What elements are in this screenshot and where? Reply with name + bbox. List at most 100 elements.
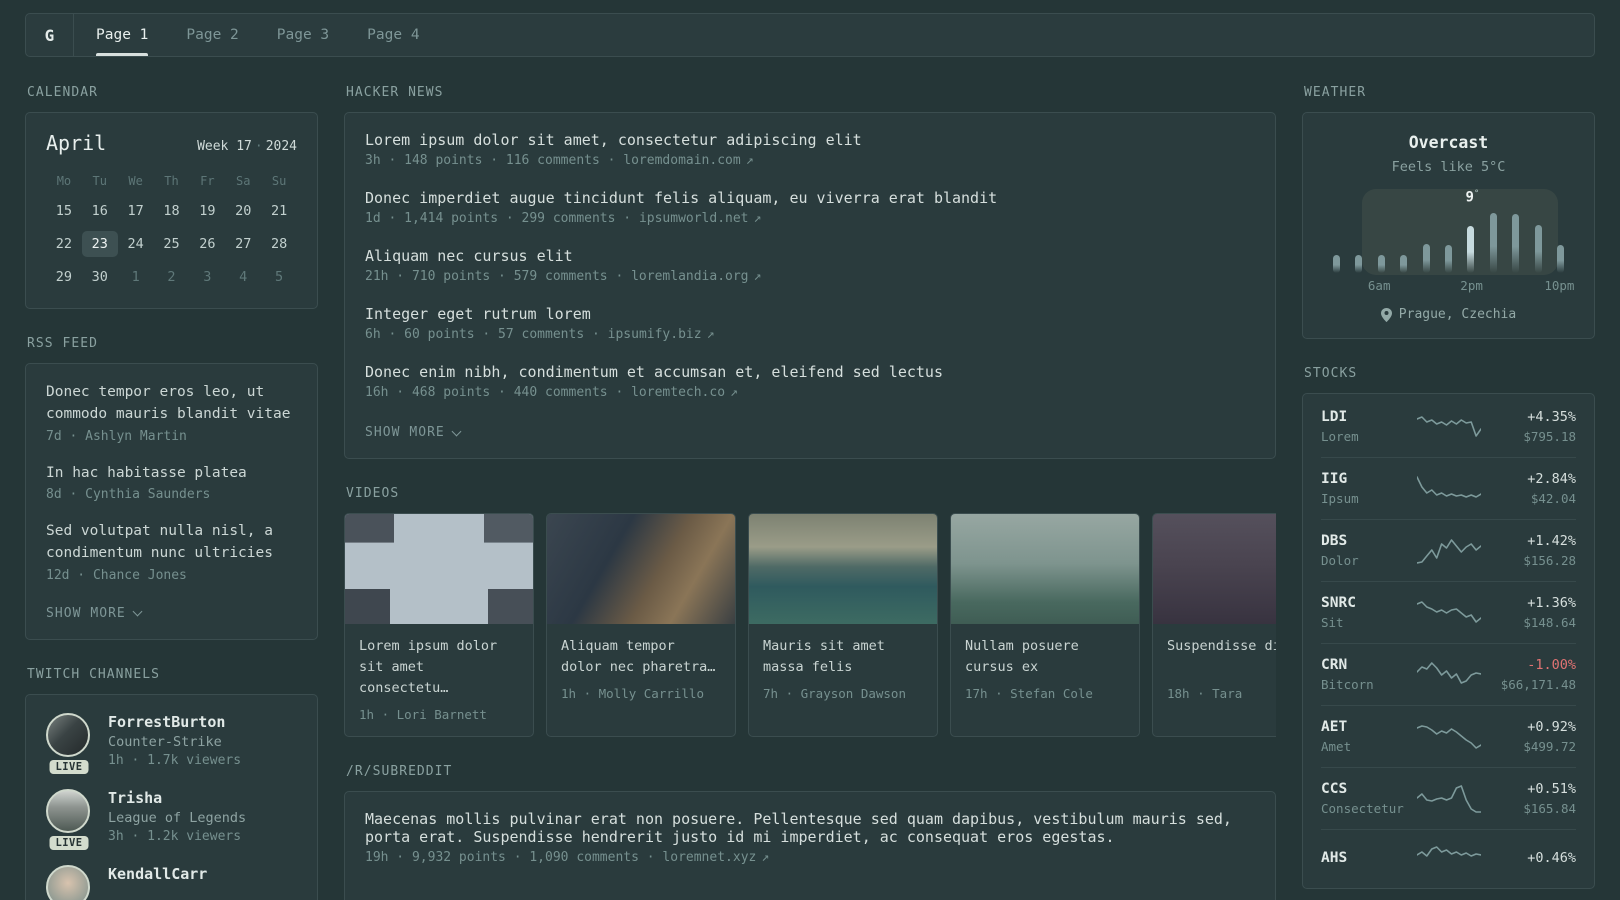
hackernews-item-domain-link[interactable]: loremdomain.com [623,153,740,168]
stock-sparkline [1417,538,1481,564]
rss-show-more-button[interactable]: SHOW MORE [46,606,143,621]
hackernews-item-meta: 1d · 1,414 points · 299 comments · ipsum… [365,211,1255,226]
calendar-widget: CALENDAR April Week 17 · 2024 Mo Tu We Th Fr Sa… [25,85,318,309]
twitch-channel-info: ForrestBurton Counter-Strike 1h · 1.7k vie… [108,713,241,768]
stock-price: $165.84 [1523,801,1576,816]
video-thumbnail[interactable] [1153,514,1276,624]
separator-dot: · [254,139,263,154]
weather-bar [1512,214,1520,273]
hackernews-show-more-button[interactable]: SHOW MORE [365,425,462,440]
stock-name: Sit [1321,615,1344,630]
video-thumbnail[interactable] [749,514,937,624]
nav-tab-3[interactable]: Page 3 [277,14,329,56]
video-title[interactable]: Lorem ipsum dolor sit amet consectetu… [359,636,519,699]
subreddit-post-domain-link[interactable]: loremnet.xyz [662,850,756,865]
nav-tab-1[interactable]: Page 1 [96,14,149,56]
rss-item-title[interactable]: Donec tempor eros leo, ut commodo mauris… [46,382,297,426]
weather-widget: WEATHER Overcast Feels like 5°C 9° 6am 2p… [1302,85,1595,339]
video-title[interactable]: Suspendisse diam [1167,636,1276,678]
stock-change: +1.36% [1527,595,1576,611]
left-column: CALENDAR April Week 17 · 2024 Mo Tu We Th Fr Sa… [25,85,318,900]
twitch-channel-name[interactable]: Trisha [108,789,246,807]
subreddit-card: Maecenas mollis pulvinar erat non posuer… [344,790,1276,900]
calendar-day-header: We [128,174,143,188]
video-card-body: Aliquam tempor dolor nec pharetra… 1h · M… [547,624,735,715]
hackernews-item-title[interactable]: Donec imperdiet augue tincidunt felis al… [365,189,1255,207]
stock-values: +4.35% $795.18 [1523,409,1576,444]
weather-bar [1556,245,1564,273]
video-card: Nullam posuere cursus ex 17h · Stefan Col… [950,513,1140,737]
rss-item: Sed volutpat nulla nisl, a condimentum n… [46,521,297,583]
hackernews-item-domain-link[interactable]: ipsumworld.net [639,211,749,226]
twitch-channel-name[interactable]: ForrestBurton [108,713,241,731]
hackernews-item-meta-text: 21h · 710 points · 579 comments · [365,269,632,284]
stock-price: $499.72 [1523,739,1576,754]
avatar[interactable] [46,864,90,900]
stock-row: IIG Ipsum +2.84% $42.04 [1321,457,1576,519]
avatar[interactable] [46,788,90,833]
videos-section-title: VIDEOS [346,486,400,501]
subreddit-post-title[interactable]: Maecenas mollis pulvinar erat non posuer… [365,810,1255,846]
hackernews-item-title[interactable]: Aliquam nec cursus elit [365,247,1255,265]
calendar-day: 18 [163,203,180,219]
calendar-day: 15 [55,203,73,219]
stock-identity: AET Amet [1321,719,1409,754]
hackernews-item: Donec imperdiet augue tincidunt felis al… [365,189,1255,226]
external-link-icon: ↗ [706,327,715,342]
avatar[interactable] [46,712,90,757]
calendar-selected-day: 23 [81,231,118,257]
stock-name: Amet [1321,739,1352,754]
twitch-channel-name[interactable]: KendallCarr [108,865,207,883]
stock-values: +1.42% $156.28 [1523,533,1576,568]
weather-time-label: 10pm [1544,278,1575,293]
stock-identity: AHS [1321,850,1409,866]
weather-bar [1444,245,1452,273]
weather-bar [1422,244,1430,273]
nav-tab-4[interactable]: Page 4 [367,14,419,56]
stock-sparkline [1417,415,1481,437]
video-thumbnail[interactable] [345,514,533,624]
stock-name: Consectetur [1321,801,1404,816]
hackernews-item-title[interactable]: Lorem ipsum dolor sit amet, consectetur … [365,131,1255,149]
weather-location-label: Prague, Czechia [1398,307,1517,322]
stock-values: +0.46% [1527,850,1576,866]
video-thumbnail[interactable] [951,514,1139,624]
twitch-avatar-wrap [46,864,92,900]
hackernews-item-domain-link[interactable]: ipsumify.biz [608,327,702,342]
stock-row: AET Amet +0.92% $499.72 [1321,705,1576,767]
nav-tab-2[interactable]: Page 2 [186,14,238,56]
videos-row: Lorem ipsum dolor sit amet consectetu… 1h… [344,513,1276,737]
rss-item-title[interactable]: Sed volutpat nulla nisl, a condimentum n… [46,521,297,565]
videos-widget: VIDEOS Lorem ipsum dolor sit amet consec… [344,486,1276,737]
hackernews-item-meta-text: 1d · 1,414 points · 299 comments · [365,211,639,226]
video-title[interactable]: Mauris sit amet massa felis [763,636,923,678]
stock-values: +2.84% $42.04 [1527,471,1576,506]
video-meta: 1h · Lori Barnett [359,706,487,722]
stock-row: LDI Lorem +4.35% $795.18 [1321,396,1576,457]
external-link-icon: ↗ [753,211,762,226]
weather-time-label: 2pm [1460,278,1483,293]
app-logo[interactable]: G [26,14,74,56]
rss-item-title[interactable]: In hac habitasse platea [46,463,297,485]
video-title[interactable]: Nullam posuere cursus ex [965,636,1125,678]
twitch-channel-row[interactable]: LIVE ForrestBurton Counter-Strike 1h · 1.7k… [46,712,297,774]
video-meta: 1h · Molly Carrillo [561,686,704,701]
stock-name: Lorem [1321,429,1359,444]
hackernews-item-title[interactable]: Integer eget rutrum lorem [365,305,1255,323]
hackernews-item-domain-link[interactable]: loremtech.co [631,385,725,400]
video-thumbnail[interactable] [547,514,735,624]
twitch-channel-row[interactable]: LIVE Trisha League of Legends 3h · 1.2k vie… [46,788,297,850]
stock-identity: IIG Ipsum [1321,471,1409,506]
weather-condition: Overcast [1408,133,1489,152]
hackernews-item-domain-link[interactable]: loremlandia.org [631,269,748,284]
weather-time-label: 6am [1367,278,1391,293]
stock-price: $42.04 [1530,491,1576,506]
twitch-channel-row[interactable]: KendallCarr [46,864,297,900]
hackernews-item-title[interactable]: Donec enim nibh, condimentum et accumsan… [365,363,1255,381]
stock-change: +2.84% [1527,471,1576,487]
twitch-channel-meta: 1h · 1.7k viewers [108,752,242,768]
twitch-channel-game: Counter-Strike [108,733,222,750]
video-meta: 18h · Tara [1167,686,1243,701]
stock-row: SNRC Sit +1.36% $148.64 [1321,581,1576,643]
video-title[interactable]: Aliquam tempor dolor nec pharetra… [561,636,721,678]
